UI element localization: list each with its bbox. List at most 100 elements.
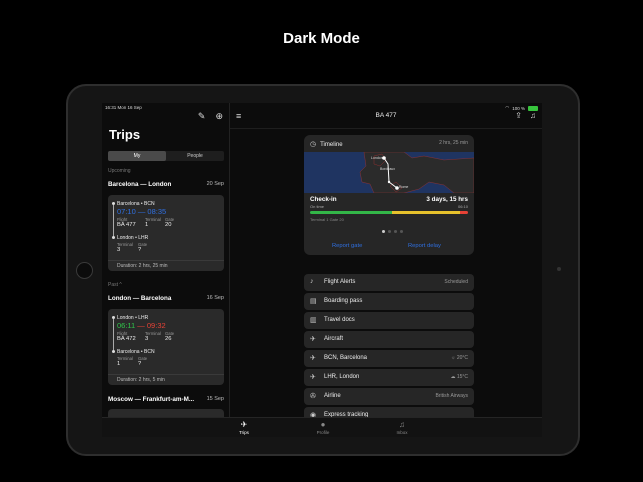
tab-bar: ✈ Trips ● Profile ♫ Inbox	[102, 417, 542, 437]
tab-trips[interactable]: ✈ Trips	[224, 420, 264, 435]
docs-icon: ▥	[310, 317, 317, 324]
tab-inbox[interactable]: ♫ Inbox	[382, 420, 422, 435]
trip-route: London — Barcelona	[108, 295, 172, 302]
row-label: BCN, Barcelona	[324, 355, 368, 361]
trip-date: 15 Sep	[206, 396, 224, 402]
headline: Dark Mode	[283, 30, 360, 47]
terminal: 3	[145, 336, 149, 342]
terminal: 1	[145, 222, 149, 228]
bell-icon[interactable]: ♫	[530, 111, 536, 120]
profile-icon: ●	[320, 420, 326, 429]
gate: 20	[165, 222, 172, 228]
report-gate-link[interactable]: Report gate	[332, 243, 362, 249]
row-travel-docs[interactable]: ▥ Travel docs	[304, 312, 474, 329]
arrival-terminal: 1	[117, 361, 121, 367]
trip-header[interactable]: Moscow — Frankfurt-am-M... 15 Sep	[108, 396, 224, 403]
segment-my[interactable]: My	[108, 151, 166, 161]
home-button	[76, 262, 93, 279]
flight-header-bar: ≡ BA 477 ⇪ ♫	[230, 103, 542, 129]
add-icon[interactable]: ⊕	[215, 111, 223, 122]
row-arrival[interactable]: ✈ LHR, London ☁ 15°C	[304, 369, 474, 386]
trips-panel: ✎ ⊕ Trips My People Upcoming Barcelona —…	[102, 103, 230, 429]
arrival-airport: Barcelona • BCN	[117, 349, 155, 355]
arrival-time: 09:32	[146, 321, 166, 330]
pass-icon: ▤	[310, 298, 317, 305]
bell-icon: ♪	[310, 278, 314, 285]
temperature: 20°C	[456, 355, 468, 361]
report-delay-link[interactable]: Report delay	[408, 243, 441, 249]
terminal-gate: Terminal 1 Gate 20	[310, 217, 344, 222]
tab-label: Trips	[239, 430, 249, 435]
trips-title: Trips	[109, 127, 141, 142]
arrival-gate: ?	[138, 247, 142, 253]
row-boarding-pass[interactable]: ▤ Boarding pass	[304, 293, 474, 310]
landing-icon: ✈	[310, 374, 316, 381]
checkin-countdown: 3 days, 15 hrs	[426, 196, 468, 203]
map-label: London	[371, 156, 383, 160]
airline-icon: ✇	[310, 393, 316, 400]
plane-icon: ✈	[310, 336, 316, 343]
trip-card[interactable]: London • LHR 06:11 — 09:32 Flight Termin…	[108, 309, 224, 385]
tab-label: Profile	[316, 430, 330, 435]
map-label: Rome	[399, 185, 408, 189]
past-label[interactable]: Past ^	[108, 282, 122, 288]
trip-duration: Duration: 2 hrs, 5 min	[108, 374, 224, 385]
share-icon[interactable]: ⇪	[515, 111, 522, 120]
gate: 26	[165, 336, 172, 342]
timeline-duration: 2 hrs, 25 min	[439, 140, 468, 146]
flight-number: BA 472	[117, 336, 136, 342]
tab-label: Inbox	[396, 430, 408, 435]
checkin-progress	[310, 211, 468, 214]
departure-time: 06:11	[117, 321, 136, 330]
map-label: Bordeaux	[380, 167, 395, 171]
trip-route: Barcelona — London	[108, 181, 172, 188]
timeline-card[interactable]: ◷ Timeline 2 hrs, 25 min London Bordeaux …	[304, 135, 474, 255]
trip-duration: Duration: 2 hrs, 25 min	[108, 260, 224, 271]
segmented-control: My People	[108, 151, 224, 161]
bell-icon: ♫	[399, 420, 405, 429]
page-dots[interactable]	[382, 230, 403, 233]
plane-icon: ✈	[240, 420, 248, 429]
row-value: Scheduled	[444, 279, 468, 285]
row-label: Travel docs	[324, 317, 355, 323]
row-departure[interactable]: ✈ BCN, Barcelona ☼ 20°C	[304, 350, 474, 367]
tab-profile[interactable]: ● Profile	[303, 420, 343, 435]
checkin-label: Check-in	[310, 196, 337, 203]
trip-header[interactable]: London — Barcelona 16 Sep	[108, 295, 224, 302]
trip-date: 20 Sep	[206, 181, 224, 187]
upcoming-label: Upcoming	[108, 168, 131, 174]
row-label: Airline	[324, 393, 341, 399]
row-label: Boarding pass	[324, 298, 363, 304]
checkin-status: On time	[310, 204, 325, 209]
trip-card[interactable]: Barcelona • BCN 07:10 — 08:35 Flight Ter…	[108, 195, 224, 271]
trip-header[interactable]: Barcelona — London 20 Sep	[108, 181, 224, 188]
timeline-title: Timeline	[320, 142, 343, 148]
row-value: ☁ 15°C	[450, 374, 468, 380]
arrival-gate: ?	[138, 361, 142, 367]
trip-route: Moscow — Frankfurt-am-M...	[108, 396, 195, 403]
row-label: LHR, London	[324, 374, 360, 380]
camera	[557, 267, 561, 271]
segment-people[interactable]: People	[166, 151, 224, 161]
takeoff-icon: ✈	[310, 355, 316, 362]
row-flight-alerts[interactable]: ♪ Flight Alerts Scheduled	[304, 274, 474, 291]
checkin-time: 06:10	[457, 204, 468, 209]
timeline-label: ◷ Timeline	[310, 140, 343, 148]
row-value: ☼ 20°C	[451, 355, 468, 361]
row-airline[interactable]: ✇ Airline British Airways	[304, 388, 474, 405]
time-separator: —	[135, 321, 147, 330]
clock-icon: ◷	[310, 141, 317, 148]
screen: 16:31 Mon 16 Sep ◠ 100 % ✎ ⊕ Trips My Pe…	[102, 103, 542, 437]
flight-times: 07:10 — 08:35	[117, 207, 167, 216]
arrival-terminal: 3	[117, 247, 121, 253]
row-aircraft[interactable]: ✈ Aircraft	[304, 331, 474, 348]
row-label: Flight Alerts	[324, 279, 356, 285]
trip-date: 16 Sep	[206, 295, 224, 301]
edit-icon[interactable]: ✎	[198, 111, 206, 122]
arrival-airport: London • LHR	[117, 235, 149, 241]
flight-times: 06:11 — 09:32	[117, 321, 166, 330]
route-map[interactable]: London Bordeaux Rome	[304, 152, 474, 193]
flight-title: BA 477	[375, 112, 397, 119]
temperature: 15°C	[456, 374, 468, 380]
row-value: British Airways	[435, 393, 468, 399]
